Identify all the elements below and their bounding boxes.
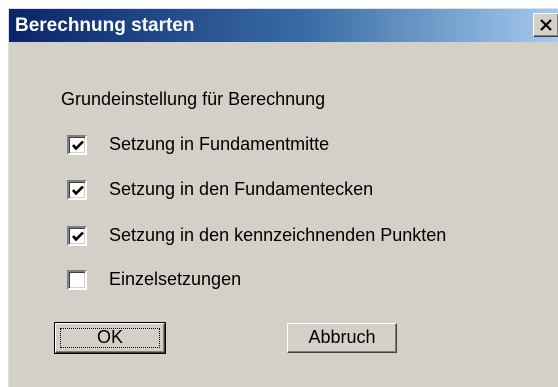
option-label: Einzelsetzungen [109,269,242,289]
dialog-title: Berechnung starten [15,15,195,36]
option-label: Setzung in den kennzeichnenden Punkten [109,225,447,245]
settings-group-label: Grundeinstellung für Berechnung [61,89,326,109]
close-icon [540,19,552,31]
check-icon [72,185,84,196]
checkbox[interactable] [67,270,87,290]
calculation-dialog: Berechnung starten Grundeinstellung für … [8,8,558,387]
option-label: Setzung in den Fundamentecken [109,179,374,199]
check-icon [72,231,84,242]
cancel-label: Abbruch [308,327,376,347]
checkbox[interactable] [67,180,87,200]
ok-button[interactable]: OK [54,322,166,354]
check-icon [72,140,84,151]
close-button[interactable] [533,13,558,37]
checkbox[interactable] [67,135,87,155]
focus-rectangle [60,328,160,348]
option-label: Setzung in Fundamentmitte [109,134,330,154]
checkbox[interactable] [67,226,87,246]
cancel-button[interactable]: Abbruch [287,323,397,353]
title-bar[interactable]: Berechnung starten [9,9,558,42]
